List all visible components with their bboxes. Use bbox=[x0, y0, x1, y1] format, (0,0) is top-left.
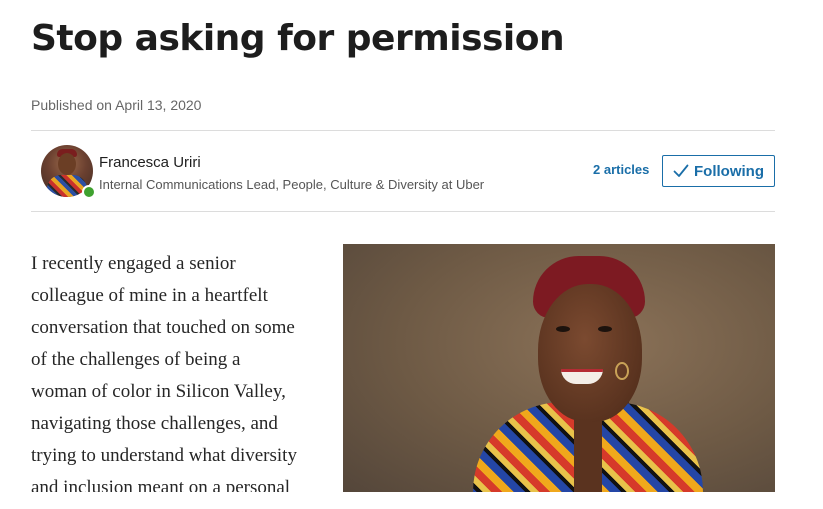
body-line: woman of color in Silicon Valley, bbox=[31, 381, 286, 402]
body-line: trying to understand what diversity bbox=[31, 445, 297, 466]
following-button[interactable]: Following bbox=[662, 155, 775, 187]
hero-earring bbox=[615, 362, 629, 380]
body-line: I recently engaged a senior bbox=[31, 253, 236, 274]
body-line: navigating those challenges, and bbox=[31, 413, 278, 434]
body-line: and inclusion meant on a personal bbox=[31, 477, 291, 492]
article-title: Stop asking for permission bbox=[31, 18, 565, 59]
body-line: conversation that touched on some bbox=[31, 317, 295, 338]
author-headline: Internal Communications Lead, People, Cu… bbox=[99, 177, 485, 192]
avatar-dress-pattern bbox=[47, 175, 87, 197]
article-hero-image bbox=[343, 244, 775, 492]
online-status-icon bbox=[82, 185, 96, 199]
author-articles-link[interactable]: 2 articles bbox=[593, 162, 649, 177]
following-button-label: Following bbox=[694, 162, 764, 180]
hero-eye bbox=[556, 326, 570, 332]
divider-top bbox=[31, 130, 775, 131]
body-line: of the challenges of being a bbox=[31, 349, 241, 370]
check-icon bbox=[673, 164, 689, 177]
divider-bottom bbox=[31, 211, 775, 212]
published-date: Published on April 13, 2020 bbox=[31, 97, 202, 113]
avatar-face bbox=[58, 153, 76, 175]
hero-face bbox=[538, 284, 642, 422]
author-name[interactable]: Francesca Uriri bbox=[99, 154, 201, 171]
body-line: colleague of mine in a heartfelt bbox=[31, 285, 268, 306]
article-body: I recently engaged a senior colleague of… bbox=[31, 248, 331, 492]
hero-eye bbox=[598, 326, 612, 332]
